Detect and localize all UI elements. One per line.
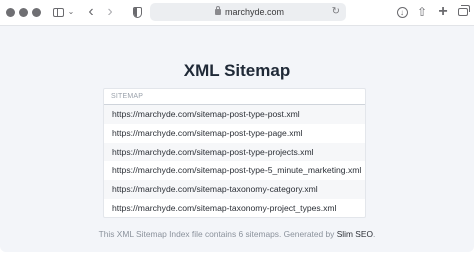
sitemap-link[interactable]: https://marchyde.com/sitemap-post-type-p… <box>104 142 365 162</box>
privacy-shield-icon[interactable] <box>131 4 143 20</box>
table-header: SITEMAP <box>104 89 365 105</box>
share-icon[interactable]: ⇧ <box>416 4 428 20</box>
sitemap-link[interactable]: https://marchyde.com/sitemap-post-type-p… <box>104 105 365 124</box>
sitemap-link[interactable]: https://marchyde.com/sitemap-post-type-5… <box>104 161 365 180</box>
footer-text: This XML Sitemap Index file contains 6 s… <box>0 228 474 240</box>
reload-icon[interactable]: ↻ <box>332 5 340 19</box>
close-window-button[interactable] <box>6 8 15 17</box>
sitemap-link[interactable]: https://marchyde.com/sitemap-taxonomy-pr… <box>104 199 365 218</box>
sitemap-table: SITEMAP https://marchyde.com/sitemap-pos… <box>103 88 366 218</box>
url-text: marchyde.com <box>225 7 285 17</box>
sitemap-link[interactable]: https://marchyde.com/sitemap-taxonomy-ca… <box>104 180 365 199</box>
page-content: XML Sitemap SITEMAP https://marchyde.com… <box>0 27 474 252</box>
footer-description: This XML Sitemap Index file contains 6 s… <box>98 229 337 239</box>
new-tab-icon[interactable]: + <box>437 4 449 20</box>
page-title: XML Sitemap <box>183 61 291 80</box>
browser-toolbar: ⌄ ‹ › marchyde.com ↻ ⇧ + <box>0 0 474 26</box>
chevron-down-icon[interactable]: ⌄ <box>67 4 75 20</box>
slim-seo-link[interactable]: Slim SEO <box>337 229 373 239</box>
sidebar-icon[interactable] <box>52 4 64 20</box>
forward-icon[interactable]: › <box>104 4 116 20</box>
address-bar[interactable]: marchyde.com ↻ <box>150 3 346 21</box>
zoom-window-button[interactable] <box>32 8 41 17</box>
download-icon[interactable] <box>396 4 408 21</box>
tab-overview-icon[interactable] <box>457 4 470 20</box>
footer-period: . <box>373 229 376 239</box>
lock-icon <box>215 6 221 15</box>
back-icon[interactable]: ‹ <box>85 4 97 20</box>
browser-window: ⌄ ‹ › marchyde.com ↻ ⇧ + XML Sitemap SIT… <box>0 0 474 252</box>
sitemap-link[interactable]: https://marchyde.com/sitemap-post-type-p… <box>104 124 365 143</box>
minimize-window-button[interactable] <box>19 8 28 17</box>
